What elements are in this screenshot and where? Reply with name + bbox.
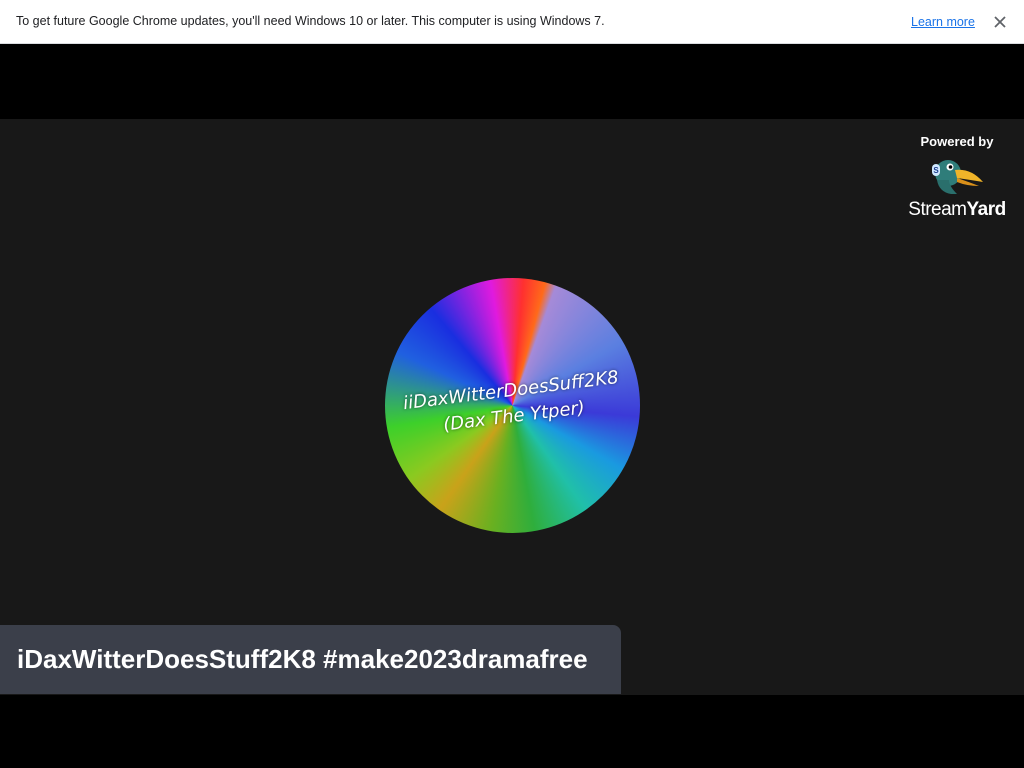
chrome-update-infobar: To get future Google Chrome updates, you… bbox=[0, 0, 1024, 44]
svg-text:S: S bbox=[933, 166, 939, 175]
name-banner: iDaxWitterDoesStuff2K8 #make2023dramafre… bbox=[0, 625, 621, 694]
wordmark-stream: Stream bbox=[908, 199, 967, 220]
learn-more-link[interactable]: Learn more bbox=[911, 15, 975, 29]
wordmark-yard: Yard bbox=[966, 199, 1007, 220]
avatar-caption: iiDaxWitterDoesSuff2K8 (Dax The Ytper) bbox=[385, 363, 640, 446]
stream-stage: Powered by S StreamYard iiDaxWitterDoesS… bbox=[0, 119, 1024, 695]
name-banner-text: iDaxWitterDoesStuff2K8 #make2023dramafre… bbox=[17, 644, 588, 674]
powered-by-label: Powered by bbox=[920, 134, 994, 149]
streamyard-wordmark: StreamYard bbox=[900, 199, 1014, 221]
letterbox-top bbox=[0, 44, 1024, 119]
streamyard-duck-logo-icon: S bbox=[927, 156, 985, 196]
close-icon[interactable] bbox=[990, 12, 1010, 32]
infobar-message: To get future Google Chrome updates, you… bbox=[16, 14, 605, 28]
profile-avatar: iiDaxWitterDoesSuff2K8 (Dax The Ytper) bbox=[385, 278, 640, 533]
letterbox-bottom bbox=[0, 695, 1024, 768]
